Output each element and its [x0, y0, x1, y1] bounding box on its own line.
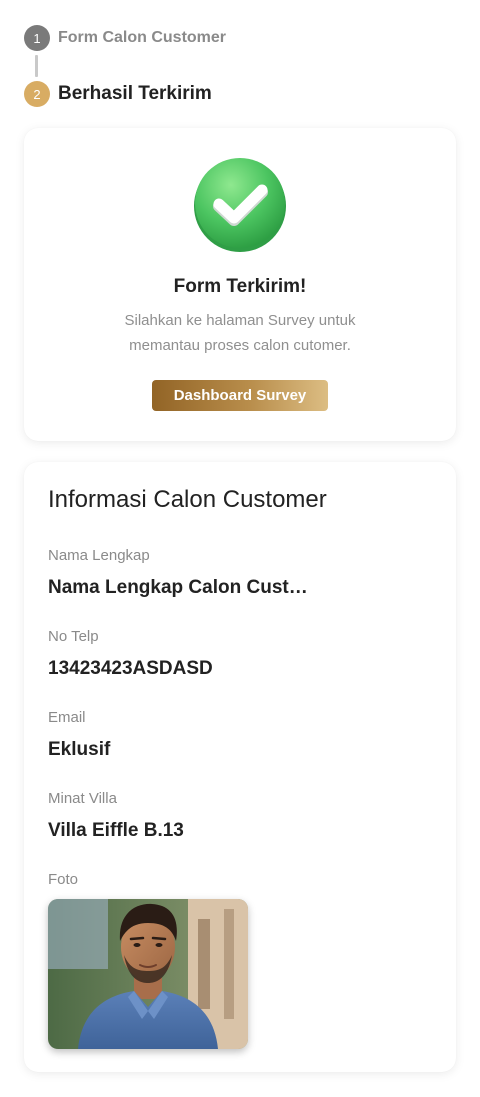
step-number-2: 2 — [24, 81, 50, 107]
step-number-1: 1 — [24, 25, 50, 51]
field-value: Villa Eiffle B.13 — [48, 820, 184, 841]
customer-photo[interactable] — [48, 899, 248, 1049]
field-no-telp: No Telp 13423423ASDASD — [48, 628, 438, 680]
check-circle-icon — [192, 156, 288, 252]
success-description: Silahkan ke halaman Survey untuk memanta… — [124, 312, 356, 354]
step-label-2: Berhasil Terkirim — [58, 83, 212, 104]
dashboard-survey-button[interactable]: Dashboard Survey — [152, 380, 328, 411]
step-label-1: Form Calon Customer — [58, 29, 227, 46]
field-value: Eklusif — [48, 739, 111, 760]
field-nama-lengkap: Nama Lengkap Nama Lengkap Calon Cust… — [48, 547, 438, 599]
field-minat-villa: Minat Villa Villa Eiffle B.13 — [48, 790, 438, 842]
step-form-calon-customer[interactable]: 1 Form Calon Customer — [24, 24, 444, 52]
step-connector — [35, 55, 38, 77]
stepper: 1 Form Calon Customer 2 Berhasil Terkiri… — [24, 24, 444, 108]
customer-info-card: Informasi Calon Customer Nama Lengkap Na… — [24, 462, 456, 1072]
info-title: Informasi Calon Customer — [48, 486, 327, 513]
success-card: Form Terkirim! Silahkan ke halaman Surve… — [24, 128, 456, 441]
field-label: Minat Villa — [48, 790, 117, 807]
field-foto: Foto — [48, 871, 438, 891]
field-email: Email Eklusif — [48, 709, 438, 761]
field-label: Foto — [48, 871, 79, 888]
field-label: No Telp — [48, 628, 99, 645]
field-label: Nama Lengkap — [48, 547, 150, 564]
field-value: Nama Lengkap Calon Cust… — [48, 577, 308, 598]
field-value: 13423423ASDASD — [48, 658, 213, 679]
success-title: Form Terkirim! — [173, 276, 307, 297]
field-label: Email — [48, 709, 86, 726]
step-berhasil-terkirim: 2 Berhasil Terkirim — [24, 80, 444, 108]
